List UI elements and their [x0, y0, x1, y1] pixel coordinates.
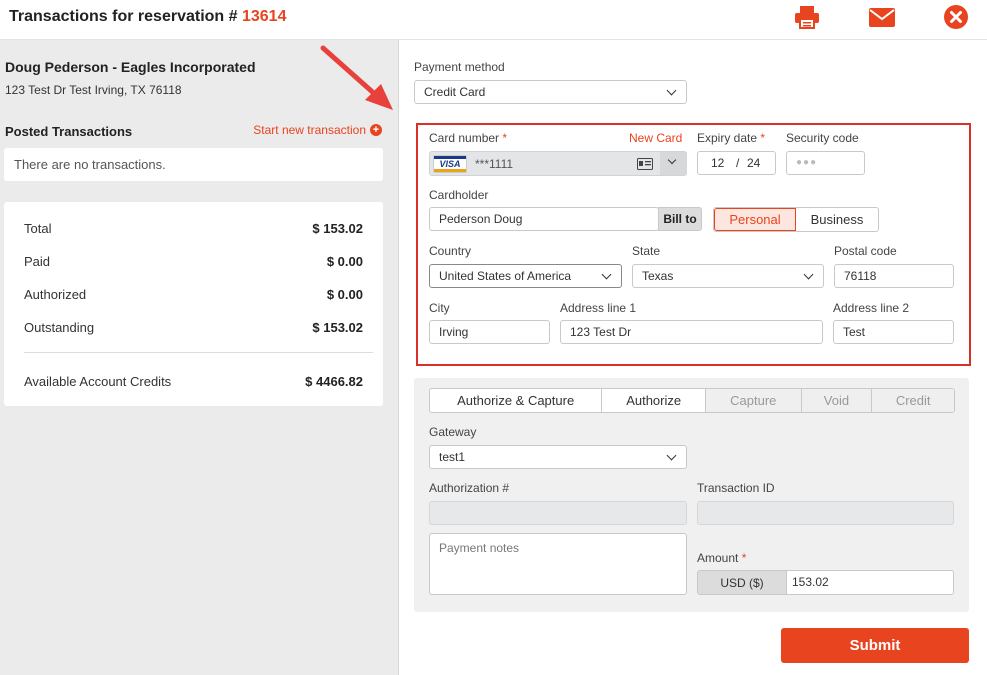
- printer-icon[interactable]: [793, 4, 821, 30]
- country-select[interactable]: United States of America: [429, 264, 622, 288]
- card-brand: VISA: [439, 159, 461, 169]
- authorized-row: Authorized $ 0.00: [24, 287, 363, 302]
- card-dropdown-toggle[interactable]: [660, 152, 687, 175]
- masked-card-number: ***1111: [475, 157, 514, 171]
- available-credits-row: Available Account Credits $ 4466.82: [24, 374, 363, 389]
- tab-capture: Capture: [705, 389, 802, 412]
- start-new-label: Start new transaction: [253, 123, 366, 137]
- outstanding-value: $ 153.02: [312, 320, 363, 335]
- gateway-label: Gateway: [429, 425, 477, 439]
- total-row: Total $ 153.02: [24, 221, 363, 236]
- city-input[interactable]: Irving: [429, 320, 550, 344]
- expiry-date-label: Expiry date *: [697, 131, 765, 145]
- address-line-2-input[interactable]: Test: [833, 320, 954, 344]
- city-label: City: [429, 301, 450, 315]
- title-prefix: Transactions for reservation #: [9, 8, 242, 25]
- bill-to-label: Bill to: [658, 207, 702, 231]
- plus-circle-icon: +: [370, 124, 382, 136]
- paid-value: $ 0.00: [326, 254, 363, 269]
- required-mark: *: [502, 131, 508, 145]
- total-label: Total: [24, 221, 52, 236]
- totals-divider: [24, 352, 373, 353]
- amount-label: Amount *: [697, 551, 746, 565]
- payment-notes-textarea[interactable]: Payment notes: [429, 533, 687, 595]
- card-number-select[interactable]: VISA ***1111: [429, 151, 687, 176]
- expiry-separator: /: [736, 156, 740, 170]
- tab-void: Void: [801, 389, 873, 412]
- cardholder-label: Cardholder: [429, 188, 489, 202]
- currency-label: USD ($): [697, 570, 787, 595]
- payment-method-label: Payment method: [414, 60, 505, 74]
- total-value: $ 153.02: [312, 221, 363, 236]
- authorized-value: $ 0.00: [326, 287, 363, 302]
- business-option[interactable]: Business: [796, 208, 878, 231]
- tab-authorize[interactable]: Authorize: [602, 389, 706, 412]
- address-line-1-input[interactable]: 123 Test Dr: [560, 320, 823, 344]
- card-number-label: Card number *: [429, 131, 507, 145]
- authorization-number-label: Authorization #: [429, 481, 510, 495]
- transaction-id-label: Transaction ID: [697, 481, 775, 495]
- paid-label: Paid: [24, 254, 51, 269]
- available-credits-value: $ 4466.82: [305, 374, 363, 389]
- required-mark: *: [760, 131, 766, 145]
- annotation-arrow-icon: [320, 45, 393, 110]
- totals-panel: Total $ 153.02 Paid $ 0.00 Authorized $ 0.0…: [4, 202, 383, 406]
- start-new-transaction-link[interactable]: Start new transaction +: [253, 123, 382, 137]
- required-mark: *: [741, 551, 747, 565]
- payment-method-select[interactable]: Credit Card: [414, 80, 687, 104]
- reservation-number: 13614: [241, 8, 287, 25]
- paid-row: Paid $ 0.00: [24, 254, 363, 269]
- posted-transactions-title: Posted Transactions: [5, 124, 133, 139]
- outstanding-label: Outstanding: [24, 320, 95, 335]
- address-line-2-label: Address line 2: [833, 301, 910, 315]
- authorization-number-input: [429, 501, 687, 525]
- transaction-id-input: [697, 501, 954, 525]
- postal-code-input[interactable]: 76118: [834, 264, 954, 288]
- submit-button[interactable]: Submit: [781, 628, 969, 663]
- empty-transactions-message: There are no transactions.: [4, 148, 383, 181]
- postal-code-label: Postal code: [834, 244, 897, 258]
- country-label: Country: [429, 244, 472, 258]
- visa-card-icon: VISA: [433, 155, 467, 173]
- tab-credit: Credit: [872, 389, 954, 412]
- expiry-year: 24: [747, 156, 761, 170]
- available-credits-label: Available Account Credits: [24, 374, 172, 389]
- amount-input[interactable]: 153.02: [786, 570, 954, 595]
- close-icon[interactable]: [943, 4, 971, 30]
- id-card-icon: [637, 158, 653, 170]
- guest-address: 123 Test Dr Test Irving, TX 76118: [5, 83, 182, 97]
- tab-authorize-capture[interactable]: Authorize & Capture: [430, 389, 603, 412]
- expiry-month: 12: [711, 156, 725, 170]
- personal-business-toggle: Personal Business: [713, 207, 879, 232]
- security-code-input[interactable]: ●●●: [786, 151, 865, 175]
- outstanding-row: Outstanding $ 153.02: [24, 320, 363, 335]
- envelope-icon[interactable]: [868, 4, 896, 30]
- authorized-label: Authorized: [24, 287, 87, 302]
- new-card-link[interactable]: New Card: [629, 131, 682, 145]
- page-title: Transactions for reservation # 13614: [9, 8, 286, 26]
- expiry-date-input[interactable]: 12 / 24: [697, 151, 776, 175]
- personal-option[interactable]: Personal: [714, 208, 797, 231]
- expiry-label-text: Expiry date: [697, 131, 758, 145]
- left-panel: Doug Pederson - Eagles Incorporated 123 …: [0, 40, 399, 675]
- dialog-header: Transactions for reservation # 13614: [0, 0, 987, 40]
- address-line-1-label: Address line 1: [560, 301, 637, 315]
- guest-name: Doug Pederson - Eagles Incorporated: [5, 59, 256, 75]
- transaction-type-tabs: Authorize & Capture Authorize Capture Vo…: [429, 388, 955, 413]
- state-label: State: [632, 244, 661, 258]
- cardholder-input[interactable]: Pederson Doug: [429, 207, 659, 231]
- security-code-label: Security code: [786, 131, 859, 145]
- gateway-select[interactable]: test1: [429, 445, 687, 469]
- amount-label-text: Amount: [697, 551, 739, 565]
- state-select[interactable]: Texas: [632, 264, 824, 288]
- card-number-label-text: Card number: [429, 131, 500, 145]
